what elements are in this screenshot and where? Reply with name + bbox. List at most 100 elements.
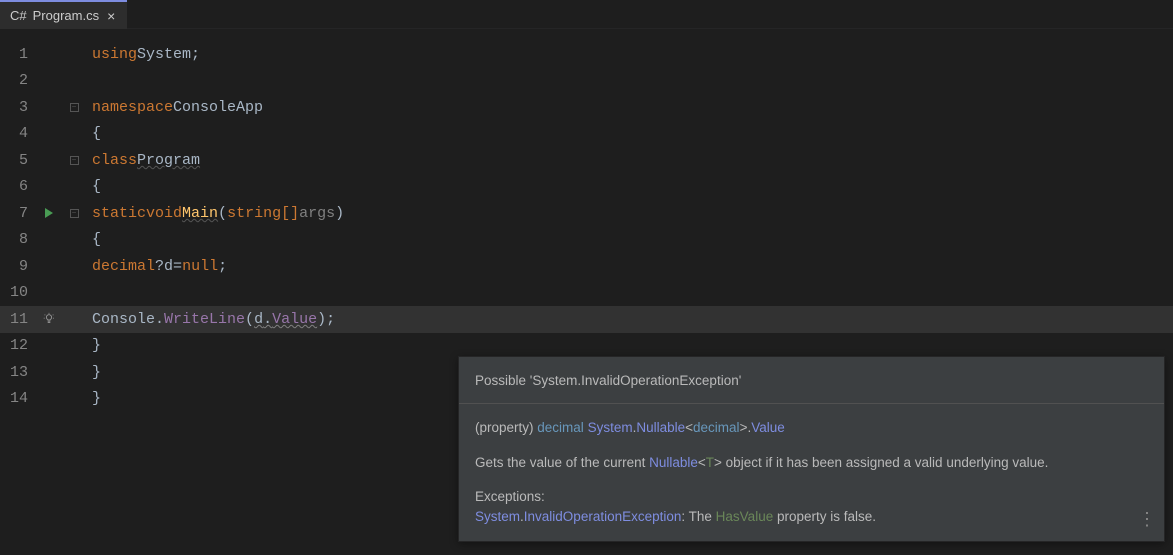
code-line: namespace ConsoleApp [84,94,1173,121]
fold-cell [64,174,84,201]
tooltip-more-icon[interactable]: ⋮ [1138,506,1156,533]
code-line: static void Main(string[] args) [84,200,1173,227]
run-icon [45,208,53,218]
marker-cell [34,121,64,148]
punctuation: . [155,311,164,328]
code-line: class Program [84,147,1173,174]
file-tab[interactable]: C# Program.cs × [0,0,127,29]
marker-cell[interactable] [34,306,64,333]
tab-language-label: C# [10,8,27,23]
line-number: 5 [0,147,34,174]
line-number: 7 [0,200,34,227]
fold-column: − − − [64,29,84,555]
method: WriteLine [164,311,245,328]
punctuation: ; [326,311,335,328]
code-line: { [84,121,1173,148]
line-number: 8 [0,227,34,254]
fold-minus-icon: − [70,103,79,112]
brace: { [92,178,101,195]
brace: { [92,125,101,142]
marker-cell [34,147,64,174]
identifier: ConsoleApp [173,99,263,116]
type: decimal [92,258,155,275]
brace: { [92,231,101,248]
line-number: 11 [0,306,34,333]
fold-cell[interactable]: − [64,147,84,174]
line-number: 13 [0,359,34,386]
property: Value [272,311,317,328]
identifier: System [137,46,191,63]
code-line: { [84,174,1173,201]
keyword: static [92,205,146,222]
line-number-gutter: 1 2 3 4 5 6 7 8 9 10 11 12 13 14 [0,29,34,555]
code-line: decimal? d = null; [84,253,1173,280]
keyword: namespace [92,99,173,116]
variable: d [254,311,263,328]
code-line [84,68,1173,95]
punctuation: ) [317,311,326,328]
fold-cell [64,41,84,68]
fold-cell[interactable]: − [64,200,84,227]
fold-cell [64,386,84,413]
fold-minus-icon: − [70,209,79,218]
punctuation: ( [245,311,254,328]
tooltip-description: Gets the value of the current Nullable<T… [475,453,1148,473]
marker-cell [34,280,64,307]
line-number: 14 [0,386,34,413]
fold-cell [64,227,84,254]
tooltip-header: Possible 'System.InvalidOperationExcepti… [459,357,1164,404]
keyword: using [92,46,137,63]
punctuation: ( [218,205,227,222]
lightbulb-icon [42,312,56,326]
punctuation: ; [218,258,227,275]
line-number: 2 [0,68,34,95]
line-number: 9 [0,253,34,280]
line-number: 12 [0,333,34,360]
marker-cell[interactable] [34,200,64,227]
code-line: Console.WriteLine(d.Value); [84,306,1173,333]
line-number: 4 [0,121,34,148]
punctuation: ? [155,258,164,275]
fold-cell [64,359,84,386]
marker-cell [34,253,64,280]
tooltip-exceptions: Exceptions:System.InvalidOperationExcept… [475,487,1148,528]
brace: } [92,364,101,381]
brace: } [92,337,101,354]
line-number: 1 [0,41,34,68]
marker-cell [34,227,64,254]
code-line: using System; [84,41,1173,68]
marker-cell [34,333,64,360]
tooltip-signature: (property) decimal System.Nullable<decim… [475,418,1148,438]
keyword: null [182,258,218,275]
marker-cell [34,174,64,201]
marker-cell [34,359,64,386]
fold-cell [64,280,84,307]
code-line: { [84,227,1173,254]
keyword: void [146,205,182,222]
class-name: Program [137,152,200,169]
punctuation: ; [191,46,200,63]
method-name: Main [182,205,218,222]
line-number: 3 [0,94,34,121]
fold-minus-icon: − [70,156,79,165]
fold-cell[interactable]: − [64,94,84,121]
punctuation: . [263,311,272,328]
param-name: args [299,205,335,222]
tooltip-body: (property) decimal System.Nullable<decim… [459,404,1164,541]
marker-cell [34,94,64,121]
punctuation: ) [335,205,344,222]
brace: } [92,390,101,407]
marker-cell [34,41,64,68]
marker-column [34,29,64,555]
tab-close-icon[interactable]: × [105,8,117,24]
fold-cell [64,333,84,360]
tooltip-warning-text: Possible 'System.InvalidOperationExcepti… [475,373,741,388]
fold-cell [64,253,84,280]
tab-filename: Program.cs [33,8,99,23]
line-number: 10 [0,280,34,307]
line-number: 6 [0,174,34,201]
fold-cell [64,121,84,148]
variable: d [164,258,173,275]
operator: = [173,258,182,275]
fold-cell [64,306,84,333]
